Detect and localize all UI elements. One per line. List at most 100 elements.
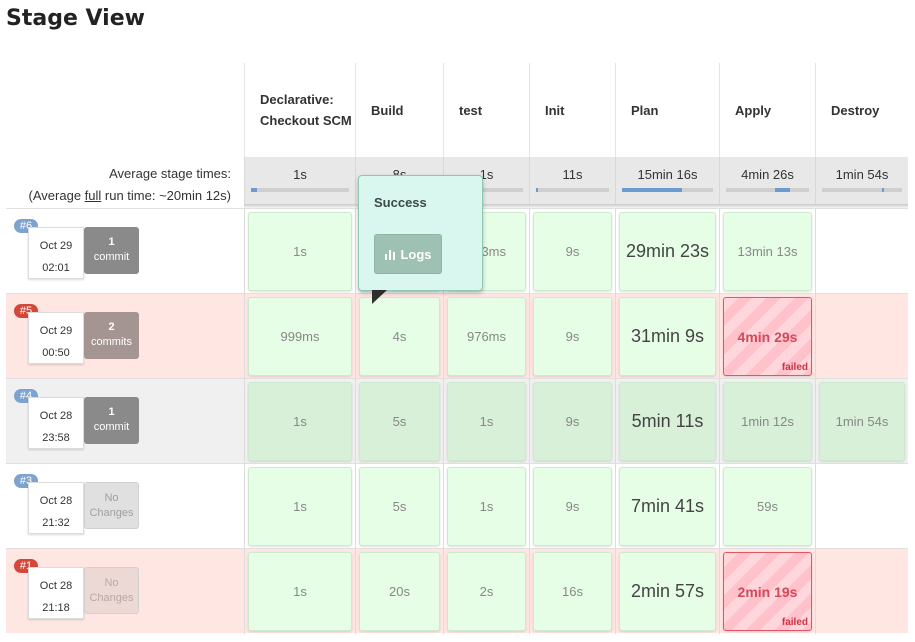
- run-row[interactable]: #1 Oct 28 21:18 No Changes 1s 20s 2s 16s 2min 57s…: [6, 548, 908, 634]
- average-time-3: 11s: [529, 157, 615, 207]
- stage-col-4: 7min 41s: [615, 464, 719, 549]
- stage-cells: 1s 5s 1s 9s 5min 11s 1min 12s 1min 54s: [244, 379, 908, 464]
- stage-cell-failed[interactable]: 4min 29s failed: [723, 297, 812, 376]
- stage-header-2: test: [443, 63, 529, 157]
- stage-duration: 5s: [392, 499, 407, 514]
- stage-col-1: 20s: [355, 549, 443, 634]
- changes-count: 1: [108, 236, 115, 248]
- stage-col-4: 2min 57s: [615, 549, 719, 634]
- changes-label: commit: [93, 421, 130, 433]
- run-date: Oct 29 02:01: [28, 227, 84, 279]
- changes-count: No: [104, 577, 119, 589]
- stage-cell[interactable]: 1min 54s: [819, 382, 905, 461]
- run-date-time: 23:58: [42, 432, 70, 444]
- average-full-prefix: (Average: [28, 188, 85, 203]
- stage-col-6: 1min 54s: [815, 379, 908, 464]
- run-row[interactable]: #5 Oct 29 00:50 2 commits 999ms 4s 976ms 9s 31min…: [6, 293, 908, 379]
- stage-duration: 1s: [293, 499, 307, 514]
- stage-col-5: 59s: [719, 464, 815, 549]
- stage-col-6: [815, 294, 908, 379]
- stage-cell[interactable]: 9s: [533, 297, 612, 376]
- stage-col-5: 1min 12s: [719, 379, 815, 464]
- stage-col-4: 29min 23s: [615, 209, 719, 294]
- run-changes[interactable]: 1 commit: [84, 227, 139, 274]
- stage-header-5: Apply: [719, 63, 815, 157]
- stage-cell[interactable]: 59s: [723, 467, 812, 546]
- run-info: #6 Oct 29 02:01 1 commit: [6, 209, 244, 294]
- stage-cell[interactable]: 5min 11s: [619, 382, 716, 461]
- run-changes: No Changes: [84, 567, 139, 614]
- stage-duration: 20s: [389, 584, 410, 599]
- stage-cell[interactable]: 1s: [447, 467, 526, 546]
- stage-cell[interactable]: 999ms: [248, 297, 352, 376]
- stage-cell[interactable]: 2min 57s: [619, 552, 716, 631]
- stage-cell[interactable]: 1s: [248, 467, 352, 546]
- stage-duration: 2s: [479, 584, 494, 599]
- stage-col-5: 4min 29s failed: [719, 294, 815, 379]
- average-time-value: 4min 26s: [741, 167, 794, 182]
- stage-duration: 5s: [392, 414, 407, 429]
- run-row[interactable]: #3 Oct 28 21:32 No Changes 1s 5s 1s 9s 7min 41s 59…: [6, 463, 908, 549]
- changes-count: 2: [108, 321, 115, 333]
- stage-duration: 9s: [565, 329, 580, 344]
- changes-label: commit: [93, 251, 130, 263]
- stage-col-4: 5min 11s: [615, 379, 719, 464]
- stage-cell[interactable]: 16s: [533, 552, 612, 631]
- stage-cell[interactable]: 9s: [533, 212, 612, 291]
- stage-cell[interactable]: 1s: [248, 212, 352, 291]
- stage-col-0: 1s: [244, 379, 355, 464]
- stage-col-0: 1s: [244, 209, 355, 294]
- stage-cell[interactable]: 4s: [359, 297, 440, 376]
- stage-col-1: 4s: [355, 294, 443, 379]
- stage-col-0: 1s: [244, 464, 355, 549]
- stage-cell[interactable]: 7min 41s: [619, 467, 716, 546]
- average-stage-times-label: Average stage times:: [109, 166, 231, 181]
- stage-cell[interactable]: 5s: [359, 467, 440, 546]
- stage-cell[interactable]: 1s: [248, 552, 352, 631]
- run-info: #4 Oct 28 23:58 1 commit: [6, 379, 244, 464]
- stage-cell[interactable]: 1s: [447, 382, 526, 461]
- average-time-value: 15min 16s: [637, 167, 698, 182]
- stage-cell[interactable]: 20s: [359, 552, 440, 631]
- stage-cell[interactable]: 9s: [533, 382, 612, 461]
- run-changes[interactable]: 1 commit: [84, 397, 139, 444]
- stage-cell[interactable]: 29min 23s: [619, 212, 716, 291]
- average-progress-bar: [726, 188, 809, 192]
- stage-duration: 2min 19s: [737, 583, 798, 600]
- stage-col-0: 1s: [244, 549, 355, 634]
- average-full-link[interactable]: full: [85, 188, 102, 203]
- run-changes[interactable]: 2 commits: [84, 312, 139, 359]
- stage-cell[interactable]: 1min 12s: [723, 382, 812, 461]
- stage-cell[interactable]: 13min 13s: [723, 212, 812, 291]
- average-time-value: 1s: [293, 167, 307, 182]
- run-date-day: Oct 28: [39, 410, 73, 422]
- stage-cells: 1s 20s 2s 16s 2min 57s 2min 19s failed: [244, 549, 908, 634]
- average-time-4: 15min 16s: [615, 157, 719, 207]
- average-progress-fill: [251, 188, 257, 192]
- run-info: #5 Oct 29 00:50 2 commits: [6, 294, 244, 379]
- stage-duration: 5min 11s: [631, 411, 704, 431]
- run-row[interactable]: #4 Oct 28 23:58 1 commit 1s 5s 1s 9s 5min 11s 1min…: [6, 378, 908, 464]
- stage-col-3: 9s: [529, 379, 615, 464]
- stage-cells: 999ms 4s 976ms 9s 31min 9s 4min 29s failed: [244, 294, 908, 379]
- stage-cell[interactable]: 2s: [447, 552, 526, 631]
- stage-cell[interactable]: 9s: [533, 467, 612, 546]
- logs-button[interactable]: Logs: [374, 234, 442, 274]
- stage-cell-failed[interactable]: 2min 19s failed: [723, 552, 812, 631]
- stage-cell[interactable]: 5s: [359, 382, 440, 461]
- stage-col-5: 13min 13s: [719, 209, 815, 294]
- stage-col-2: 1s: [443, 464, 529, 549]
- stage-cell[interactable]: 1s: [248, 382, 352, 461]
- stage-duration: 9s: [565, 499, 580, 514]
- stage-cell[interactable]: 976ms: [447, 297, 526, 376]
- run-changes: No Changes: [84, 482, 139, 529]
- stage-col-0: 999ms: [244, 294, 355, 379]
- changes-label: Changes: [89, 592, 134, 604]
- stage-col-2: 976ms: [443, 294, 529, 379]
- stage-header-6: Destroy: [815, 63, 908, 157]
- run-date: Oct 28 21:32: [28, 482, 84, 534]
- stage-cell[interactable]: 31min 9s: [619, 297, 716, 376]
- run-date-day: Oct 28: [39, 495, 73, 507]
- average-full-suffix: run time: ~20min 12s): [101, 188, 231, 203]
- failed-label: failed: [781, 362, 808, 373]
